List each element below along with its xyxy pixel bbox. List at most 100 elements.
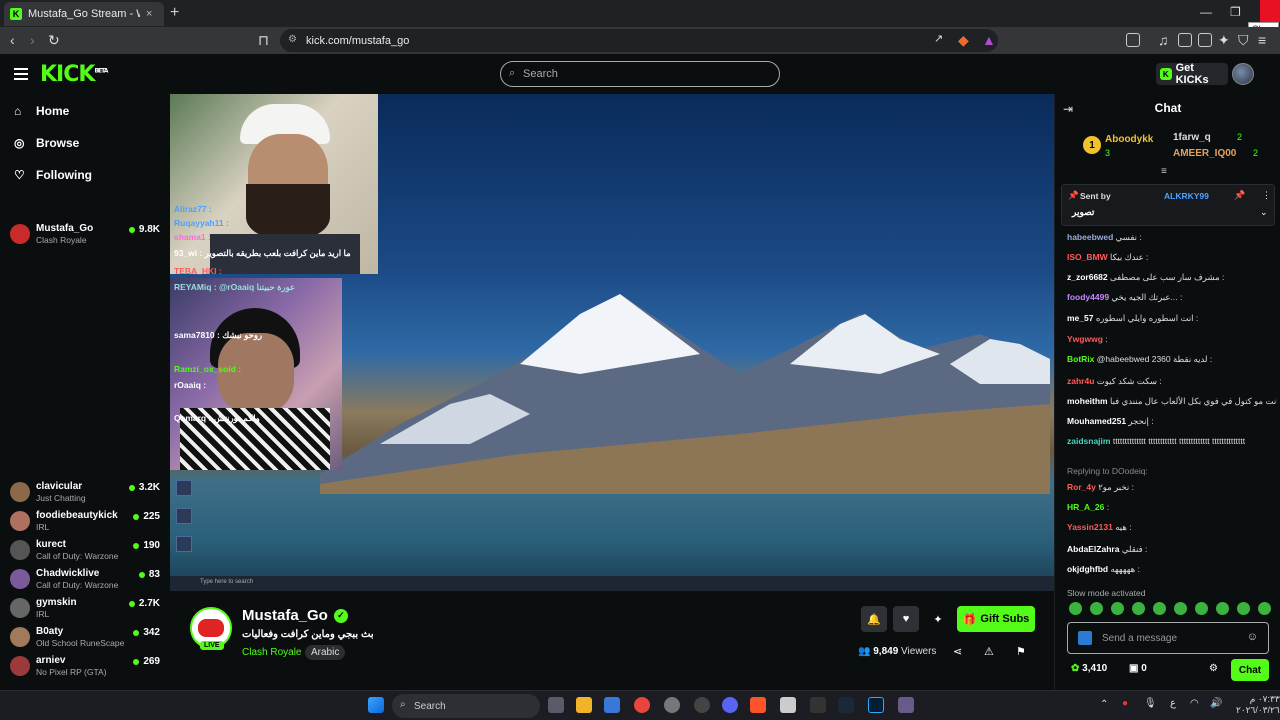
sidebar-toggle-icon[interactable]	[1178, 33, 1192, 47]
gift-subs-button[interactable]: 🎁 Gift Subs	[957, 606, 1035, 632]
chrome-icon[interactable]	[634, 697, 650, 713]
emote-icon[interactable]	[1216, 602, 1229, 615]
chat-username[interactable]: okjdghfbd	[1067, 564, 1108, 574]
get-kicks-button[interactable]: K Get KICKs	[1156, 62, 1228, 86]
chat-username[interactable]: zahr4u	[1067, 376, 1094, 386]
search-input[interactable]: ⌕ Search	[500, 61, 780, 87]
chat-username[interactable]: moheithm	[1067, 396, 1108, 406]
task-view-icon[interactable]	[548, 697, 564, 713]
system-clock[interactable]: ٠٧:٣٣ م ٢٠٢٦/٠٣/٢٦	[1236, 694, 1280, 716]
brave-rewards-icon[interactable]: ▲	[982, 32, 996, 48]
more-options-icon[interactable]: ⚑	[1016, 645, 1026, 658]
chat-input[interactable]: Send a message ☺	[1067, 622, 1269, 654]
chat-username[interactable]: BotRix	[1067, 354, 1094, 364]
share-icon[interactable]: ↗	[934, 32, 943, 45]
gift-counter[interactable]: ▣ 0	[1129, 663, 1147, 674]
emote-icon[interactable]	[1195, 602, 1208, 615]
unpin-icon[interactable]: 📌	[1234, 190, 1245, 201]
capcut-icon[interactable]	[810, 697, 826, 713]
brave-shield-icon[interactable]: ◆	[958, 32, 969, 49]
photoshop-icon[interactable]	[868, 697, 884, 713]
video-player[interactable]: Type here to search Aliraz77 : Ruqayyah1…	[170, 94, 1054, 591]
music-icon[interactable]: ♫	[1158, 32, 1169, 48]
tab-close-icon[interactable]: ×	[146, 8, 152, 20]
minimize-icon[interactable]: —	[1200, 5, 1212, 19]
emote-icon[interactable]	[1174, 602, 1187, 615]
kick-logo[interactable]: KICKBETA	[40, 62, 108, 87]
openai-icon[interactable]	[664, 697, 680, 713]
steam-icon[interactable]	[694, 697, 710, 713]
volume-icon[interactable]: 🔊	[1210, 698, 1222, 709]
emote-icon[interactable]	[1258, 602, 1271, 615]
sidebar-channel[interactable]: gymskin IRL 2.7K	[10, 596, 160, 622]
sidebar-channel[interactable]: clavicular Just Chatting 3.2K	[10, 480, 160, 506]
wifi-icon[interactable]: ◠	[1190, 698, 1199, 709]
leader-name[interactable]: 1farw_q	[1173, 132, 1211, 143]
sidebar-channel[interactable]: Chadwicklive Call of Duty: Warzone 83	[10, 567, 160, 593]
steam-client-icon[interactable]	[838, 697, 854, 713]
nav-following[interactable]: ♡ Following	[14, 168, 92, 182]
nav-home[interactable]: ⌂ Home	[14, 104, 69, 118]
bookmark-icon[interactable]: ⊓	[258, 32, 269, 49]
wallet-icon[interactable]	[1198, 33, 1212, 47]
chat-username[interactable]: Ywgwwg	[1067, 334, 1103, 344]
back-icon[interactable]: ‹	[10, 32, 15, 48]
emoji-icon[interactable]: ☺	[1247, 631, 1258, 643]
emote-icon[interactable]	[1153, 602, 1166, 615]
user-avatar[interactable]	[1232, 63, 1254, 85]
chevron-down-icon[interactable]: ⌄	[1260, 207, 1268, 218]
menu-icon[interactable]: ≡	[1258, 32, 1266, 48]
chat-username[interactable]: habeebwed	[1067, 232, 1113, 242]
taskbar-search[interactable]: ⌕ Search	[392, 694, 540, 718]
stream-category[interactable]: Clash Royale	[242, 647, 301, 658]
leader-name[interactable]: Aboodykk	[1105, 134, 1153, 145]
follow-heart-button[interactable]: ♥	[893, 606, 919, 632]
chat-username[interactable]: ISO_BMW	[1067, 252, 1108, 262]
vpn-icon[interactable]: ⛉	[1238, 32, 1249, 49]
maximize-icon[interactable]: ❐	[1230, 5, 1241, 19]
notification-bell-button[interactable]: 🔔	[861, 606, 887, 632]
emote-icon[interactable]	[1111, 602, 1124, 615]
address-bar[interactable]: ⚙ kick.com/mustafa_go	[280, 29, 998, 52]
send-chat-button[interactable]: Chat	[1231, 659, 1269, 681]
share-icon[interactable]: ⋖	[953, 645, 962, 658]
chat-username[interactable]: Yassin2131	[1067, 522, 1113, 532]
chat-username[interactable]: foody4499	[1067, 292, 1109, 302]
report-icon[interactable]: ⚠	[984, 645, 994, 658]
chat-username[interactable]: z_zor6682	[1067, 272, 1108, 282]
emote-icon[interactable]	[1090, 602, 1103, 615]
emote-icon[interactable]	[1237, 602, 1250, 615]
app-icon[interactable]	[898, 697, 914, 713]
chat-username[interactable]: zaidsnajim	[1067, 436, 1110, 446]
streamer-name[interactable]: Mustafa_Go ✓	[242, 607, 348, 624]
chat-username[interactable]: Ror_4y	[1067, 482, 1096, 492]
windows-start-icon[interactable]	[368, 697, 384, 713]
browser-tab[interactable]: K Mustafa_Go Stream - Watch Mustafa_Go ×	[4, 2, 164, 26]
sidebar-channel[interactable]: kurect Call of Duty: Warzone 190	[10, 538, 160, 564]
microphone-icon[interactable]: 🎙	[1144, 698, 1157, 709]
emote-icon[interactable]	[1069, 602, 1082, 615]
language-tag[interactable]: Arabic	[305, 645, 346, 660]
leader-name[interactable]: AMEER_IQ00	[1173, 148, 1236, 159]
chat-username[interactable]: me_57	[1067, 313, 1093, 323]
settings-gear-icon[interactable]: ⚙	[1209, 663, 1218, 674]
notepad-icon[interactable]	[780, 697, 796, 713]
emote-icon[interactable]	[1132, 602, 1145, 615]
store-icon[interactable]	[604, 697, 620, 713]
chat-username[interactable]: HR_A_26	[1067, 502, 1104, 512]
discord-icon[interactable]	[722, 697, 738, 713]
chevron-up-icon[interactable]: ⌃	[1100, 699, 1108, 710]
chat-username[interactable]: Mouhamed251	[1067, 416, 1126, 426]
pin-sender[interactable]: ALKRKY99	[1164, 191, 1209, 201]
tray-app-icon[interactable]: ●	[1122, 698, 1128, 709]
pinned-message[interactable]: 📌 Sent by ALKRKY99 تصوير 📌 ⋮ ⌄	[1061, 184, 1275, 226]
reload-icon[interactable]: ↻	[48, 32, 60, 49]
site-info-icon[interactable]: ⚙	[288, 34, 297, 45]
screenshot-icon[interactable]	[1126, 33, 1140, 47]
language-indicator[interactable]: ع	[1170, 698, 1176, 709]
hamburger-menu-icon[interactable]	[14, 68, 28, 80]
sidebar-channel[interactable]: B0aty Old School RuneScape 342	[10, 625, 160, 651]
leo-ai-icon[interactable]: ✦	[1218, 32, 1230, 49]
expand-leaderboard-icon[interactable]: ≡	[1161, 166, 1167, 177]
file-explorer-icon[interactable]	[576, 697, 592, 713]
